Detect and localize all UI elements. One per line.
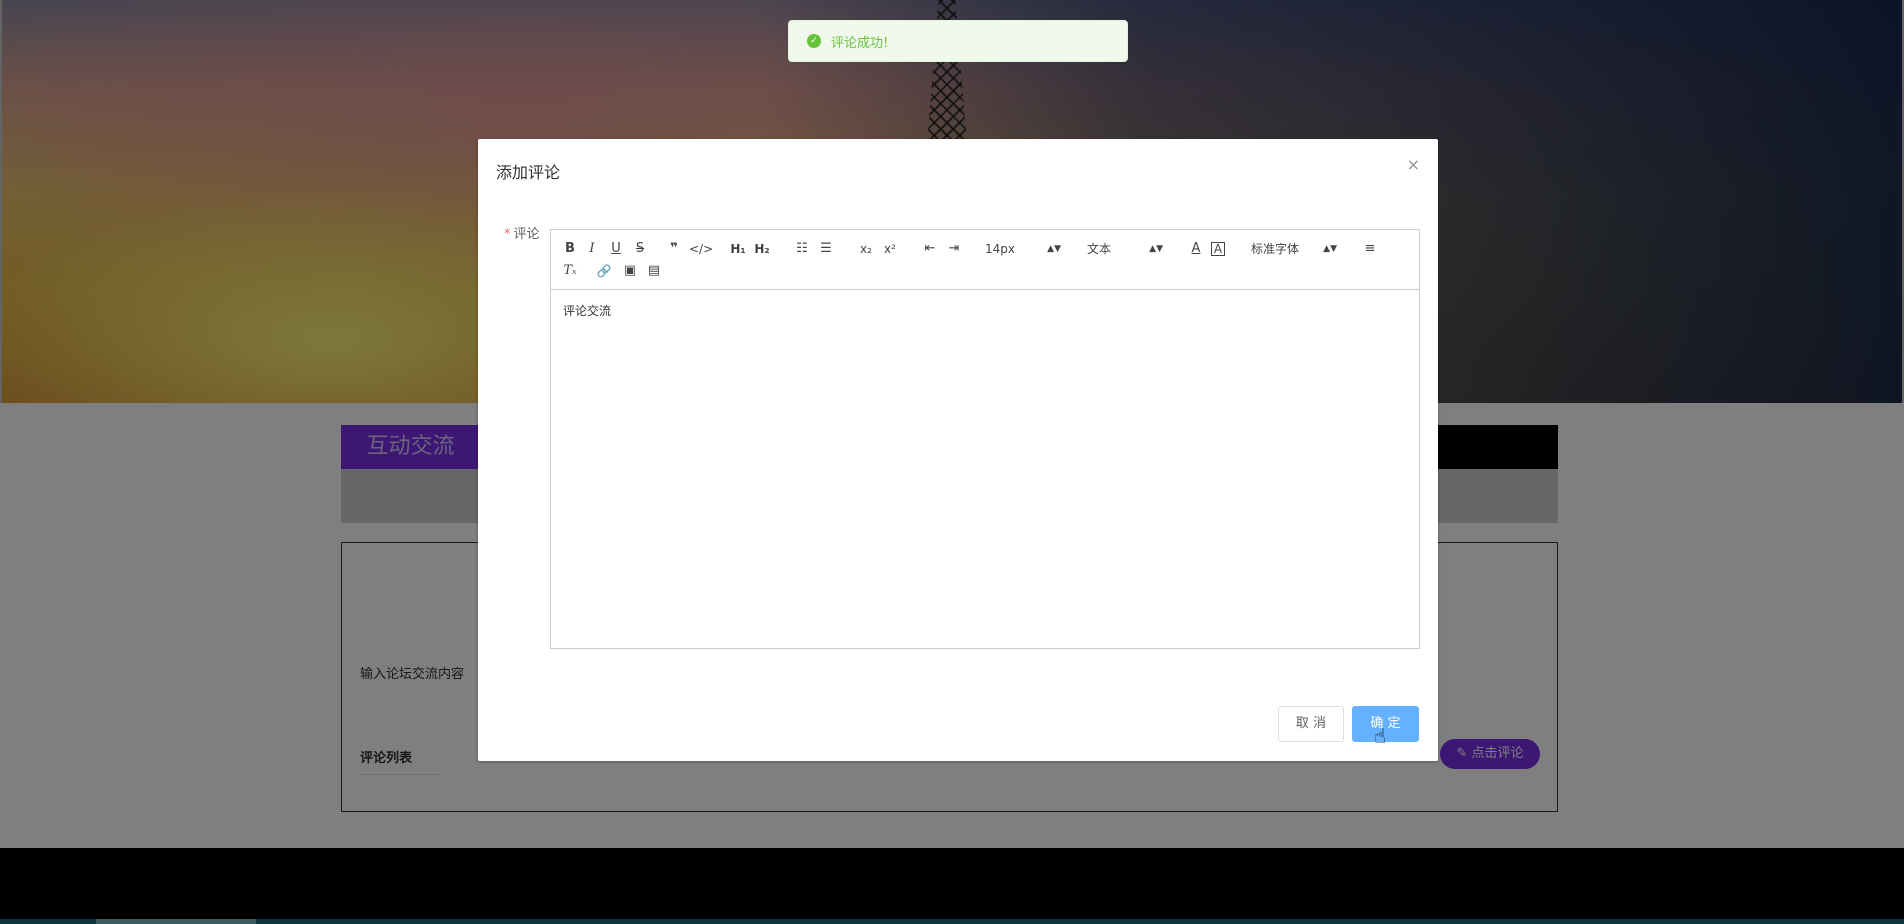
close-icon[interactable]: × bbox=[1407, 155, 1420, 174]
italic-button[interactable]: I bbox=[583, 238, 601, 260]
bullet-list-icon[interactable]: ☰ bbox=[817, 238, 835, 260]
rich-text-editor: B I U S ❞ </> H₁ H₂ ☷ ☰ x₂ x² ⇤ ⇥ 14px ▲… bbox=[550, 229, 1420, 649]
success-check-icon: ✓ bbox=[807, 34, 821, 48]
link-icon[interactable]: 🔗 bbox=[595, 260, 613, 282]
dialog-title: 添加评论 bbox=[496, 163, 561, 182]
cancel-button[interactable]: 取 消 bbox=[1278, 706, 1344, 742]
outdent-icon[interactable]: ⇤ bbox=[921, 238, 939, 260]
toolbar-row-2: Tₓ 🔗 ▣ ▤ bbox=[561, 260, 1409, 282]
font-size-picker[interactable]: 14px ▲▼ bbox=[985, 238, 1061, 260]
indent-icon[interactable]: ⇥ bbox=[945, 238, 963, 260]
header1-button[interactable]: H₁ bbox=[729, 238, 747, 260]
background-color-icon[interactable]: A bbox=[1211, 242, 1225, 256]
font-size-value: 14px bbox=[985, 242, 1015, 256]
editor-toolbar: B I U S ❞ </> H₁ H₂ ☷ ☰ x₂ x² ⇤ ⇥ 14px ▲… bbox=[551, 230, 1419, 290]
chevron-updown-icon: ▲▼ bbox=[1149, 244, 1163, 254]
toast-message: 评论成功! bbox=[831, 36, 889, 51]
image-icon[interactable]: ▣ bbox=[621, 260, 639, 282]
chevron-updown-icon: ▲▼ bbox=[1047, 244, 1061, 254]
video-icon[interactable]: ▤ bbox=[645, 260, 663, 282]
header-value: 文本 bbox=[1087, 242, 1112, 256]
bold-button[interactable]: B bbox=[561, 238, 579, 260]
font-family-value: 标准字体 bbox=[1251, 242, 1300, 256]
align-left-icon[interactable]: ≡ bbox=[1361, 238, 1379, 260]
underline-button[interactable]: U bbox=[607, 238, 625, 260]
font-family-picker[interactable]: 标准字体 ▲▼ bbox=[1251, 238, 1337, 260]
text-color-icon[interactable]: A bbox=[1187, 238, 1205, 260]
editor-content-text: 评论交流 bbox=[563, 304, 612, 318]
header2-button[interactable]: H₂ bbox=[753, 238, 771, 260]
required-mark: * bbox=[504, 227, 511, 242]
ordered-list-icon[interactable]: ☷ bbox=[793, 238, 811, 260]
chevron-updown-icon: ▲▼ bbox=[1323, 244, 1337, 254]
toolbar-row-1: B I U S ❞ </> H₁ H₂ ☷ ☰ x₂ x² ⇤ ⇥ 14px ▲… bbox=[561, 238, 1409, 260]
blockquote-button[interactable]: ❞ bbox=[665, 238, 683, 260]
success-toast: ✓ 评论成功! bbox=[788, 20, 1128, 62]
editor-content-area[interactable]: 评论交流 bbox=[551, 290, 1419, 331]
add-comment-dialog: 添加评论 × * 评论 B I U S ❞ </> H₁ H₂ ☷ ☰ x₂ x²… bbox=[478, 139, 1438, 761]
superscript-button[interactable]: x² bbox=[881, 238, 899, 260]
comment-label-text: 评论 bbox=[513, 227, 540, 242]
header-picker[interactable]: 文本 ▲▼ bbox=[1087, 238, 1163, 260]
hand-cursor-icon: ☝ bbox=[1374, 724, 1387, 748]
clean-format-icon[interactable]: Tₓ bbox=[561, 260, 579, 282]
subscript-button[interactable]: x₂ bbox=[857, 238, 875, 260]
strike-button[interactable]: S bbox=[631, 238, 649, 260]
comment-field-label: * 评论 bbox=[504, 223, 540, 242]
code-block-button[interactable]: </> bbox=[689, 238, 713, 260]
